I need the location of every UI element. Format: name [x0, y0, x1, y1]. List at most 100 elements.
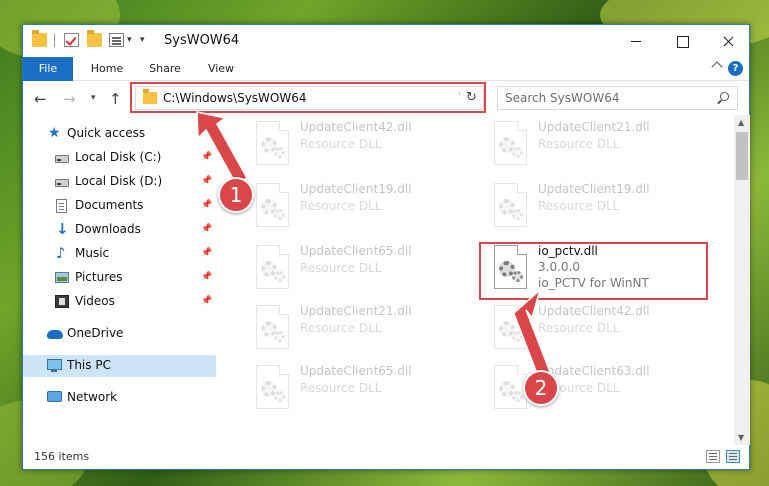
sidebar-item-label: Local Disk (C:)	[75, 150, 162, 164]
pictures-icon	[55, 272, 69, 283]
maximize-button[interactable]	[659, 25, 705, 57]
properties-check-icon[interactable]	[64, 33, 79, 47]
file-description: Resource DLL	[538, 321, 620, 335]
this-pc-icon	[47, 359, 62, 372]
dll-file-icon	[256, 183, 289, 227]
sidebar-item-music[interactable]: ♪ Music 📌	[23, 243, 216, 265]
tiles-view-icon[interactable]	[726, 450, 740, 463]
file-item[interactable]: UpdateClient42.dll Resource DLL	[244, 115, 474, 173]
pin-icon[interactable]: 📌	[201, 152, 212, 162]
step-badge-1: 1	[218, 177, 254, 213]
dll-file-icon	[494, 183, 527, 227]
file-description: Resource DLL	[538, 199, 620, 213]
file-name: UpdateClient42.dll	[300, 120, 412, 134]
step-badge-2: 2	[523, 370, 559, 406]
sidebar-item-local-disk-c[interactable]: Local Disk (C:) 📌	[23, 147, 216, 169]
title-bar: ▾ ▾ SysWOW64	[23, 25, 749, 57]
vertical-scrollbar[interactable]: ▲ ▼	[734, 115, 750, 445]
file-description: Resource DLL	[300, 137, 382, 151]
file-item[interactable]: UpdateClient65.dll Resource DLL	[244, 359, 474, 417]
file-item[interactable]: UpdateClient19.dll Resource DLL	[244, 177, 474, 235]
back-arrow-icon[interactable]: ←	[34, 90, 47, 108]
tab-home[interactable]: Home	[85, 57, 129, 81]
dll-file-icon	[256, 245, 289, 289]
file-description: Resource DLL	[300, 321, 382, 335]
dll-file-icon	[494, 121, 527, 165]
tab-file[interactable]: File	[23, 57, 73, 81]
details-view-icon[interactable]	[706, 450, 720, 463]
sidebar-item-label: Documents	[75, 198, 144, 212]
tab-view[interactable]: View	[199, 57, 243, 81]
sidebar-item-network[interactable]: Network	[23, 387, 216, 409]
file-item[interactable]: UpdateClient21.dll Resource DLL	[482, 115, 712, 173]
local-disk-icon	[55, 179, 69, 187]
forward-arrow-icon[interactable]: →	[63, 90, 76, 108]
toolbar-separator	[54, 34, 55, 47]
up-arrow-icon[interactable]: ↑	[109, 90, 122, 108]
dll-file-icon	[494, 305, 527, 349]
sidebar-item-pictures[interactable]: Pictures 📌	[23, 267, 216, 289]
dll-file-icon	[256, 305, 289, 349]
sidebar-item-downloads[interactable]: ↓ Downloads 📌	[23, 219, 216, 241]
address-highlight-box	[130, 82, 486, 113]
toolbar-dropdown-icon[interactable]: ▾	[127, 35, 132, 45]
pin-icon[interactable]: 📌	[201, 296, 212, 306]
sidebar-item-videos[interactable]: Videos 📌	[23, 291, 216, 313]
help-icon[interactable]: ?	[728, 61, 743, 76]
sidebar-item-documents[interactable]: Documents 📌	[23, 195, 216, 217]
sidebar-item-local-disk-d[interactable]: Local Disk (D:) 📌	[23, 171, 216, 193]
scroll-down-arrow-icon[interactable]: ▼	[738, 433, 744, 442]
collapse-ribbon-chevron-icon[interactable]	[711, 61, 723, 73]
music-icon: ♪	[56, 244, 66, 262]
file-item[interactable]: UpdateClient42.dll Resource DLL	[482, 299, 712, 357]
dll-file-icon	[256, 121, 289, 165]
pin-icon[interactable]: 📌	[201, 200, 212, 210]
sidebar-item-label: This PC	[67, 358, 111, 372]
quick-access-toolbar-chevron-icon[interactable]: ▾	[140, 35, 145, 45]
navigation-pane: ★ Quick access Local Disk (C:) 📌 Local D…	[23, 115, 216, 445]
local-disk-icon	[55, 155, 69, 163]
file-name: UpdateClient19.dll	[538, 182, 650, 196]
item-count: 156 items	[34, 450, 90, 463]
file-explorer-window: ▾ ▾ SysWOW64 File Home Share View ? ← → …	[22, 24, 750, 470]
tab-share[interactable]: Share	[143, 57, 187, 81]
file-item[interactable]: UpdateClient65.dll Resource DLL	[244, 239, 474, 297]
scrollbar-thumb[interactable]	[736, 132, 748, 180]
file-highlight-box	[479, 242, 708, 300]
new-folder-icon[interactable]	[87, 30, 102, 47]
file-name: UpdateClient65.dll	[300, 364, 412, 378]
file-item[interactable]: UpdateClient19.dll Resource DLL	[482, 177, 712, 235]
downloads-icon: ↓	[56, 220, 69, 238]
folder-icon	[32, 30, 47, 47]
ribbon-tabs: File Home Share View ?	[23, 57, 749, 81]
sidebar-item-label: OneDrive	[67, 326, 124, 340]
minimize-button[interactable]	[613, 25, 659, 57]
file-description: Resource DLL	[538, 137, 620, 151]
pin-icon[interactable]: 📌	[201, 176, 212, 186]
file-name: UpdateClient65.dll	[300, 244, 412, 258]
dll-file-icon	[256, 365, 289, 409]
search-box[interactable]: Search SysWOW64	[497, 86, 738, 110]
customize-toolbar-icon[interactable]	[109, 33, 124, 47]
search-icon[interactable]	[720, 92, 729, 101]
onedrive-icon	[47, 330, 63, 339]
scroll-up-arrow-icon[interactable]: ▲	[738, 118, 744, 127]
sidebar-item-quick-access[interactable]: ★ Quick access	[23, 123, 216, 145]
search-input[interactable]: Search SysWOW64	[505, 91, 619, 105]
file-name: UpdateClient21.dll	[300, 304, 412, 318]
file-description: Resource DLL	[300, 381, 382, 395]
file-item[interactable]: UpdateClient21.dll Resource DLL	[244, 299, 474, 357]
pin-icon[interactable]: 📌	[201, 248, 212, 258]
file-description: Resource DLL	[300, 261, 382, 275]
sidebar-item-this-pc[interactable]: This PC	[23, 355, 216, 377]
recent-locations-chevron-icon[interactable]: ▾	[91, 93, 96, 103]
close-button[interactable]	[705, 25, 751, 57]
quick-access-star-icon: ★	[48, 125, 61, 141]
navigation-bar: ← → ▾ ↑ C:\Windows\SysWOW64 ▾ ↻ Search S…	[23, 81, 749, 115]
pin-icon[interactable]: 📌	[201, 272, 212, 282]
file-item[interactable]: UpdateClient63.dll Resource DLL	[482, 359, 712, 417]
pin-icon[interactable]: 📌	[201, 224, 212, 234]
file-description: Resource DLL	[300, 199, 382, 213]
sidebar-item-label: Local Disk (D:)	[75, 174, 163, 188]
sidebar-item-onedrive[interactable]: OneDrive	[23, 323, 216, 345]
